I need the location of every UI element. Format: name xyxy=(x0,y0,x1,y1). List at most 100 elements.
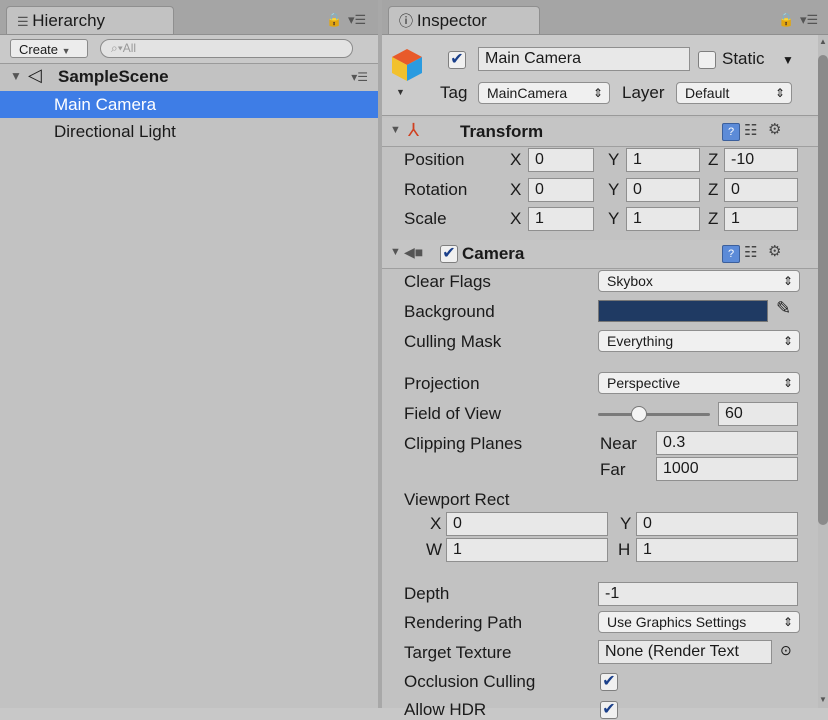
object-icon-caret[interactable]: ▼ xyxy=(396,87,405,97)
axis-z-label[interactable]: Z xyxy=(708,150,718,170)
depth-field[interactable]: -1 xyxy=(598,582,798,606)
viewport-h-field[interactable]: 1 xyxy=(636,538,798,562)
rotation-y-field[interactable]: 0 xyxy=(626,178,700,202)
background-label: Background xyxy=(404,302,495,321)
scale-x-field[interactable]: 1 xyxy=(528,207,594,231)
active-checkbox[interactable]: ✔ xyxy=(448,51,466,69)
projection-dropdown[interactable]: Perspective ⇕ xyxy=(598,372,800,394)
tag-label: Tag xyxy=(440,83,468,102)
lock-icon[interactable]: 🔒 xyxy=(778,12,794,28)
static-label: Static xyxy=(722,49,765,68)
preset-icon[interactable]: ☷ xyxy=(744,121,757,139)
axis-z-label[interactable]: Z xyxy=(708,209,718,229)
tag-value: MainCamera xyxy=(487,85,568,101)
layer-dropdown[interactable]: Default ⇕ xyxy=(676,82,792,104)
fov-slider-track[interactable] xyxy=(598,413,710,416)
panel-menu-icon[interactable]: ▾☰ xyxy=(348,12,366,28)
layer-value: Default xyxy=(685,85,730,101)
background-color-swatch[interactable] xyxy=(598,300,768,322)
list-icon: ☰ xyxy=(17,14,33,29)
hierarchy-item-directional-light[interactable]: Directional Light xyxy=(0,118,378,145)
search-icon: ⌕▾ xyxy=(111,41,123,55)
depth-label: Depth xyxy=(404,584,450,603)
axis-y-label[interactable]: Y xyxy=(608,209,619,229)
inspector-tabbar: ⓘ Inspector 🔒 ▾☰ xyxy=(382,0,828,35)
vp-x-label[interactable]: X xyxy=(430,514,441,534)
gear-icon[interactable]: ⚙ xyxy=(768,120,781,138)
create-label: Create xyxy=(19,42,59,57)
preset-icon[interactable]: ☷ xyxy=(744,243,757,261)
rendering-path-dropdown[interactable]: Use Graphics Settings ⇕ xyxy=(598,611,800,633)
far-label: Far xyxy=(600,460,626,479)
expand-arrow-icon[interactable]: ▼ xyxy=(390,124,401,136)
viewport-x-field[interactable]: 0 xyxy=(446,512,608,536)
axis-x-label[interactable]: X xyxy=(510,150,521,170)
tab-hierarchy[interactable]: ☰ Hierarchy xyxy=(6,6,174,34)
caret-down-icon: ▼ xyxy=(61,46,71,56)
gear-icon[interactable]: ⚙ xyxy=(768,242,781,260)
axis-x-label[interactable]: X xyxy=(510,180,521,200)
viewport-rect-label: Viewport Rect xyxy=(404,490,510,509)
position-x-field[interactable]: 0 xyxy=(528,148,594,172)
fov-slider-knob[interactable] xyxy=(631,406,648,422)
scroll-down-icon[interactable]: ▼ xyxy=(818,695,828,704)
panel-menu-icon[interactable]: ▾☰ xyxy=(800,12,818,28)
position-z-field[interactable]: -10 xyxy=(724,148,798,172)
tab-inspector[interactable]: ⓘ Inspector xyxy=(388,6,540,34)
axis-y-label[interactable]: Y xyxy=(608,180,619,200)
expand-arrow-icon[interactable]: ▼ xyxy=(390,246,401,258)
target-texture-field[interactable]: None (Render Text xyxy=(598,640,772,664)
inspector-scrollbar[interactable]: ▲ ▼ xyxy=(818,35,828,708)
create-dropdown[interactable]: Create ▼ xyxy=(10,39,88,58)
expand-arrow-icon[interactable]: ▼ xyxy=(10,69,22,83)
scrollbar-thumb[interactable] xyxy=(818,55,828,525)
search-input[interactable]: ⌕▾All xyxy=(100,39,353,58)
position-y-field[interactable]: 1 xyxy=(626,148,700,172)
lock-icon[interactable]: 🔒 xyxy=(326,12,342,28)
occlusion-culling-checkbox[interactable]: ✔ xyxy=(600,673,618,691)
clear-flags-value: Skybox xyxy=(607,273,653,289)
projection-label: Projection xyxy=(404,374,480,393)
camera-header[interactable]: ▼ ◀■ ✔ Camera ? ☷ ⚙ xyxy=(382,240,818,269)
rotation-z-field[interactable]: 0 xyxy=(724,178,798,202)
scroll-up-icon[interactable]: ▲ xyxy=(818,37,828,46)
scene-menu-icon[interactable]: ▾☰ xyxy=(351,70,368,84)
updown-arrow-icon: ⇕ xyxy=(592,86,603,100)
vp-w-label[interactable]: W xyxy=(426,540,442,560)
help-icon[interactable]: ? xyxy=(722,245,740,263)
tag-dropdown[interactable]: MainCamera ⇕ xyxy=(478,82,610,104)
clipping-planes-label: Clipping Planes xyxy=(404,434,523,453)
viewport-y-field[interactable]: 0 xyxy=(636,512,798,536)
allow-hdr-checkbox[interactable]: ✔ xyxy=(600,701,618,719)
transform-axes-icon: ⅄ xyxy=(408,120,419,140)
clear-flags-label: Clear Flags xyxy=(404,272,491,291)
camera-enabled-checkbox[interactable]: ✔ xyxy=(440,245,458,263)
clear-flags-dropdown[interactable]: Skybox ⇕ xyxy=(598,270,800,292)
vp-h-label[interactable]: H xyxy=(618,540,630,560)
near-label: Near xyxy=(600,434,637,453)
culling-mask-dropdown[interactable]: Everything ⇕ xyxy=(598,330,800,352)
object-header: ▼ ✔ Main Camera Static ▼ Tag MainCamera ⇕… xyxy=(382,35,818,116)
scale-y-field[interactable]: 1 xyxy=(626,207,700,231)
eyedropper-icon[interactable]: ✎ xyxy=(776,298,791,319)
scene-row[interactable]: ▼ ◁ SampleScene ▾☰ xyxy=(0,64,378,91)
transform-header[interactable]: ▼ ⅄ Transform ? ☷ ⚙ xyxy=(382,118,818,147)
object-picker-icon[interactable]: ⊙ xyxy=(780,642,792,659)
scale-z-field[interactable]: 1 xyxy=(724,207,798,231)
static-checkbox[interactable] xyxy=(698,51,716,69)
object-name-field[interactable]: Main Camera xyxy=(478,47,690,71)
axis-z-label[interactable]: Z xyxy=(708,180,718,200)
fov-field[interactable]: 60 xyxy=(718,402,798,426)
axis-y-label[interactable]: Y xyxy=(608,150,619,170)
hierarchy-item-main-camera[interactable]: Main Camera xyxy=(0,91,378,118)
help-icon[interactable]: ? xyxy=(722,123,740,141)
rendering-path-value: Use Graphics Settings xyxy=(607,614,747,630)
vp-y-label[interactable]: Y xyxy=(620,514,631,534)
far-field[interactable]: 1000 xyxy=(656,457,798,481)
rotation-x-field[interactable]: 0 xyxy=(528,178,594,202)
tab-hierarchy-label: Hierarchy xyxy=(32,11,106,30)
viewport-w-field[interactable]: 1 xyxy=(446,538,608,562)
axis-x-label[interactable]: X xyxy=(510,209,521,229)
static-dropdown-icon[interactable]: ▼ xyxy=(782,53,794,67)
near-field[interactable]: 0.3 xyxy=(656,431,798,455)
